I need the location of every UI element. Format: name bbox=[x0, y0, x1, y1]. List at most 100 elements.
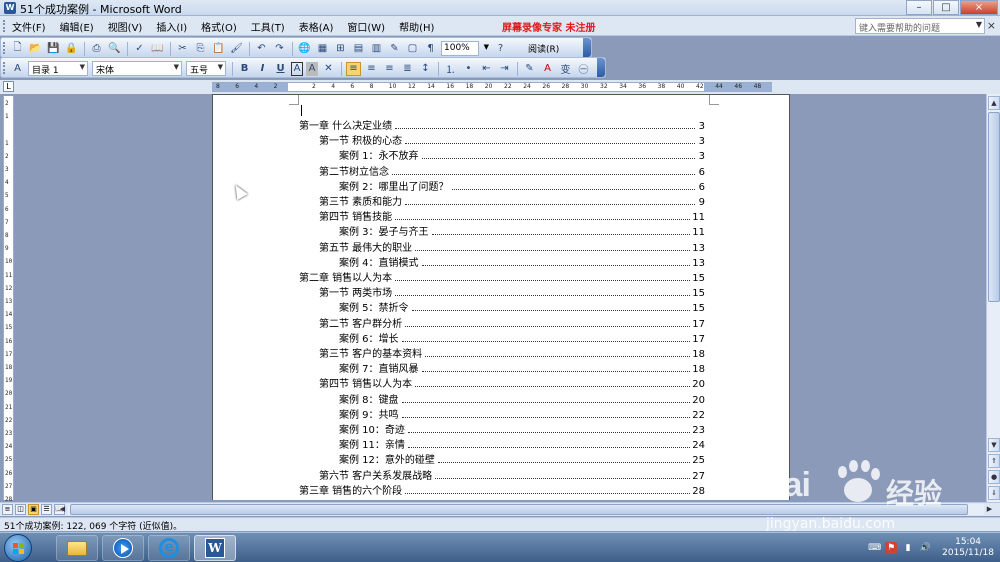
highlight-icon[interactable]: ✎ bbox=[522, 62, 537, 76]
menu-item[interactable]: 插入(I) bbox=[156, 19, 187, 34]
menu-item[interactable]: 视图(V) bbox=[108, 19, 143, 34]
menu-item[interactable]: 编辑(E) bbox=[60, 19, 94, 34]
vertical-scrollbar[interactable]: ▲ ▼ ⇑ ● ⇓ bbox=[986, 94, 1000, 502]
word-taskbar-button[interactable]: W bbox=[194, 535, 236, 561]
font-color-icon[interactable]: A bbox=[540, 62, 555, 76]
toc-entry[interactable]: 案例 3：晏子与齐王 11 bbox=[339, 224, 705, 238]
toc-entry[interactable]: 第四节 销售技能 11 bbox=[319, 209, 705, 223]
toc-entry[interactable]: 第一节 两类市场 15 bbox=[319, 285, 705, 299]
toc-entry[interactable]: 第三节 客户的基本资料 18 bbox=[319, 346, 705, 360]
toc-entry[interactable]: 案例 6：增长 17 bbox=[339, 331, 705, 345]
redo-icon[interactable]: ↷ bbox=[272, 42, 287, 56]
start-button[interactable] bbox=[4, 534, 32, 562]
web-view-icon[interactable]: ◫ bbox=[15, 504, 26, 515]
menu-item[interactable]: 格式(O) bbox=[201, 19, 237, 34]
format-painter-icon[interactable]: 🖌 bbox=[229, 42, 244, 56]
hyperlink-icon[interactable]: 🌐 bbox=[297, 42, 312, 56]
scroll-up-icon[interactable]: ▲ bbox=[988, 96, 1000, 110]
toc-entry[interactable]: 案例 8：键盘 20 bbox=[339, 392, 705, 406]
toc-entry[interactable]: 第一节 基于客户采购流程的销售过程28 bbox=[319, 498, 705, 500]
phonetic-guide-icon[interactable]: 变 bbox=[558, 62, 573, 76]
decrease-indent-icon[interactable]: ⇤ bbox=[479, 62, 494, 76]
toc-entry[interactable]: 案例 5：禁折令 15 bbox=[339, 300, 705, 314]
open-icon[interactable]: 📂 bbox=[28, 42, 43, 56]
spelling-icon[interactable]: ✓ bbox=[132, 42, 147, 56]
drawing-icon[interactable]: ✎ bbox=[387, 42, 402, 56]
align-right-icon[interactable]: ≡ bbox=[382, 62, 397, 76]
vertical-scroll-thumb[interactable] bbox=[988, 112, 1000, 302]
document-page[interactable]: 第一章 什么决定业绩 3 第一节 积极的心态 3 案例 1：永不放弃 3 第二节树立信念 6 案… bbox=[212, 94, 790, 500]
toc-entry[interactable]: 案例 12：意外的碰壁 25 bbox=[339, 452, 705, 466]
clock[interactable]: 15:04 2015/11/18 bbox=[942, 537, 994, 559]
menu-grip[interactable] bbox=[3, 20, 6, 32]
enclose-char-icon[interactable]: ㊀ bbox=[576, 62, 591, 76]
keyboard-icon[interactable]: ⌨ bbox=[868, 542, 881, 554]
explorer-taskbar-button[interactable] bbox=[56, 535, 98, 561]
cut-icon[interactable]: ✂ bbox=[175, 42, 190, 56]
toc-entry[interactable]: 第五节 最伟大的职业 13 bbox=[319, 240, 705, 254]
normal-view-icon[interactable]: ≡ bbox=[2, 504, 13, 515]
permission-icon[interactable]: 🔒 bbox=[64, 42, 79, 56]
bullets-icon[interactable]: • bbox=[461, 62, 476, 76]
read-button[interactable]: 阅读(R) bbox=[525, 42, 562, 55]
toc-entry[interactable]: 案例 2：哪里出了问题？ 6 bbox=[339, 179, 705, 193]
increase-indent-icon[interactable]: ⇥ bbox=[497, 62, 512, 76]
help-search-input[interactable]: 键入需要帮助的问题 ▼ bbox=[855, 18, 985, 34]
new-doc-icon[interactable]: 🗋 bbox=[10, 42, 25, 56]
toc-entry[interactable]: 第一章 什么决定业绩 3 bbox=[299, 118, 705, 132]
numbering-icon[interactable]: ⒈ bbox=[443, 62, 458, 76]
toc-entry[interactable]: 案例 10：奇迹 23 bbox=[339, 422, 705, 436]
print-preview-icon[interactable]: 🔍 bbox=[107, 42, 122, 56]
toc-entry[interactable]: 案例 9：共鸣 22 bbox=[339, 407, 705, 421]
toolbar-grip[interactable] bbox=[3, 42, 6, 54]
char-shading-button[interactable]: A bbox=[306, 61, 318, 76]
volume-icon[interactable]: 🔊 bbox=[919, 542, 931, 554]
toc-entry[interactable]: 第三节 素质和能力 9 bbox=[319, 194, 705, 208]
menu-item[interactable]: 帮助(H) bbox=[399, 19, 434, 34]
close-button[interactable]: × bbox=[960, 0, 998, 15]
char-scale-icon[interactable]: ✕ bbox=[321, 62, 336, 76]
horizontal-ruler[interactable]: 8 6 4 2 2 4 6 8 10 12 14 16 18 20 22 24 26 28 30 32 34 36 38 40… bbox=[212, 82, 772, 92]
minimize-button[interactable]: – bbox=[906, 0, 932, 15]
line-spacing-icon[interactable]: ↕ bbox=[418, 62, 433, 76]
show-hide-icon[interactable]: ¶ bbox=[423, 42, 438, 56]
toc-entry[interactable]: 第三章 销售的六个阶段 28 bbox=[299, 483, 705, 497]
menu-item[interactable]: 工具(T) bbox=[251, 19, 285, 34]
toc-entry[interactable]: 案例 1：永不放弃 3 bbox=[339, 148, 705, 162]
menu-item[interactable]: 文件(F) bbox=[12, 19, 46, 34]
tables-borders-icon[interactable]: ▦ bbox=[315, 42, 330, 56]
toc-entry[interactable]: 第四节 销售以人为本 20 bbox=[319, 376, 705, 390]
insert-excel-icon[interactable]: ▤ bbox=[351, 42, 366, 56]
document-close-icon[interactable]: × bbox=[987, 19, 996, 32]
chevron-down-icon[interactable]: ▼ bbox=[218, 63, 223, 71]
vertical-ruler[interactable]: 2 1 1 2 3 4 5 6 7 8 9 10 11 12 13 14 15 16 17 18 19 20 21 22 23 2… bbox=[3, 96, 14, 503]
align-left-icon[interactable]: ≡ bbox=[346, 61, 361, 76]
insert-table-icon[interactable]: ⊞ bbox=[333, 42, 348, 56]
action-center-icon[interactable]: ⚑ bbox=[885, 542, 898, 554]
outline-view-icon[interactable]: ☰ bbox=[41, 504, 52, 515]
toc-entry[interactable]: 第二章 销售以人为本 15 bbox=[299, 270, 705, 284]
char-border-button[interactable]: A bbox=[291, 61, 303, 76]
bold-button[interactable]: B bbox=[237, 62, 252, 76]
toc-entry[interactable]: 案例 11：亲情 24 bbox=[339, 437, 705, 451]
toc-entry[interactable]: 第六节 客户关系发展战略 27 bbox=[319, 468, 705, 482]
toolbar-grip[interactable] bbox=[3, 62, 6, 74]
toc-entry[interactable]: 案例 4：直销模式 13 bbox=[339, 255, 705, 269]
word-app-icon[interactable]: W bbox=[4, 2, 16, 14]
toc-entry[interactable]: 案例 7：直销风暴 18 bbox=[339, 361, 705, 375]
justify-icon[interactable]: ≣ bbox=[400, 62, 415, 76]
chevron-down-icon[interactable]: ▼ bbox=[174, 63, 179, 71]
font-size-select[interactable]: 五号 ▼ bbox=[186, 61, 226, 76]
media-player-taskbar-button[interactable] bbox=[102, 535, 144, 561]
chevron-down-icon[interactable]: ▼ bbox=[80, 63, 85, 71]
chevron-down-icon[interactable]: ▼ bbox=[976, 20, 982, 29]
italic-button[interactable]: I bbox=[255, 62, 270, 76]
menu-item[interactable]: 表格(A) bbox=[299, 19, 334, 34]
toolbar-options-icon[interactable] bbox=[583, 38, 591, 57]
document-area[interactable]: 第一章 什么决定业绩 3 第一节 积极的心态 3 案例 1：永不放弃 3 第二节树立信念 6 案… bbox=[16, 94, 986, 500]
undo-icon[interactable]: ↶ bbox=[254, 42, 269, 56]
menu-item[interactable]: 窗口(W) bbox=[347, 19, 385, 34]
maximize-button[interactable]: □ bbox=[933, 0, 959, 15]
align-center-icon[interactable]: ≡ bbox=[364, 62, 379, 76]
columns-icon[interactable]: ▥ bbox=[369, 42, 384, 56]
